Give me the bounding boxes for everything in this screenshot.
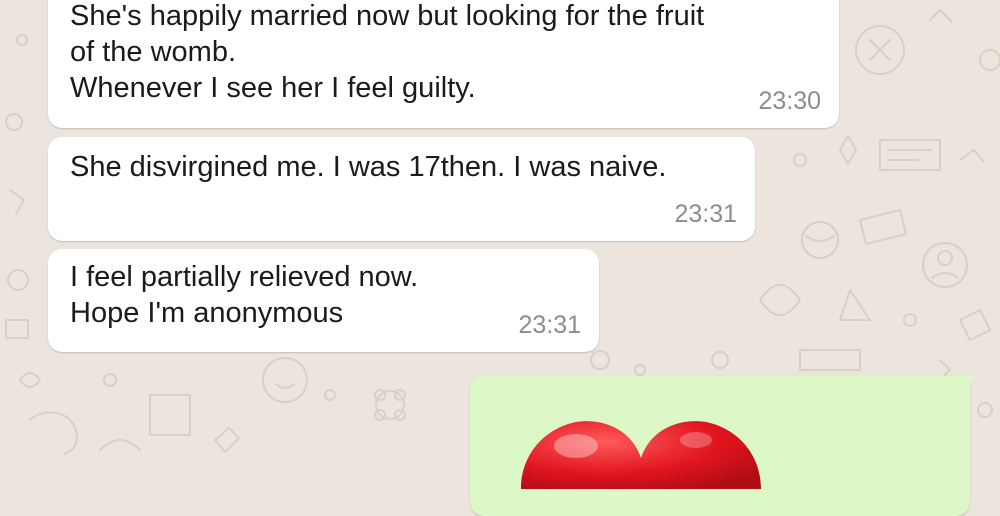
message-line: Hope I'm anonymous [70,297,344,329]
message-text: She disvirgined me. I was 17then. I was … [70,149,666,185]
incoming-message[interactable]: I feel partially relieved now. Hope I'm … [48,249,599,352]
message-text: She's happily married now but looking fo… [70,0,704,106]
outgoing-bubble-tail [966,376,974,390]
message-text: I feel partially relieved now. Hope I'm … [70,259,418,331]
message-timestamp: 23:30 [758,87,821,115]
message-line: She's happily married now but looking fo… [70,0,705,32]
message-line: Whenever I see her I feel guilty. [70,72,476,104]
heart-emoji-icon [521,421,761,489]
message-line: of the womb. [70,36,237,68]
message-timestamp: 23:31 [518,311,581,339]
message-timestamp: 23:31 [674,200,737,228]
message-line: I feel partially relieved now. [70,261,419,293]
message-line: She disvirgined me. I was 17then. I was … [70,151,667,183]
incoming-message[interactable]: She's happily married now but looking fo… [48,0,839,128]
incoming-message[interactable]: She disvirgined me. I was 17then. I was … [48,137,755,241]
